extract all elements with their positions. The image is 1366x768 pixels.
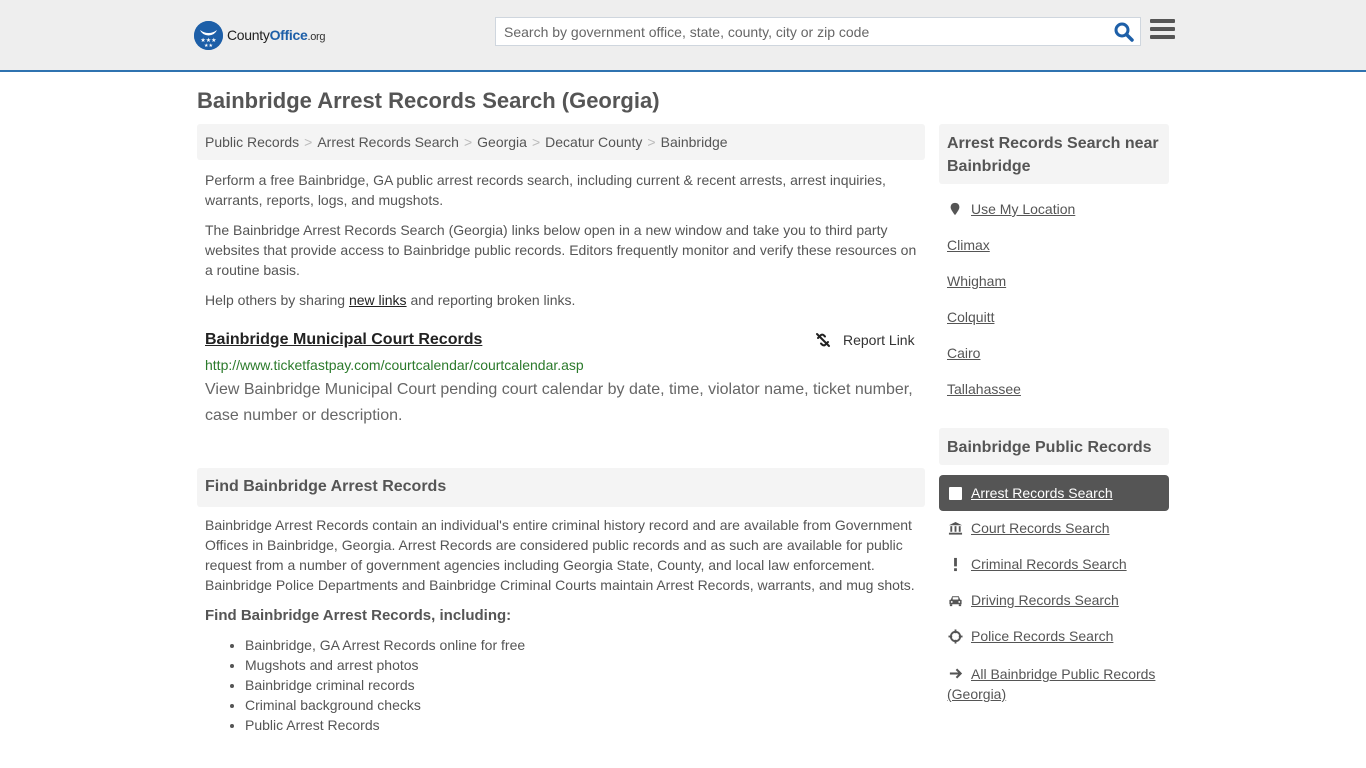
eagle-stars-icon: ★★★ ★★ bbox=[194, 20, 223, 50]
hamburger-menu-icon[interactable] bbox=[1150, 19, 1175, 41]
sidebar-item-label: Criminal Records Search bbox=[971, 556, 1127, 572]
sidebar-item-arrest-records[interactable]: Arrest Records Search bbox=[939, 475, 1169, 511]
square-icon bbox=[949, 486, 962, 500]
nearby-link-whigham[interactable]: Whigham bbox=[947, 273, 1006, 289]
intro-paragraph-2: The Bainbridge Arrest Records Search (Ge… bbox=[205, 222, 917, 278]
search-icon[interactable] bbox=[1114, 22, 1134, 42]
logo-office: Office bbox=[269, 27, 308, 43]
logo-tld: .org bbox=[307, 31, 326, 43]
find-section-heading: Find Bainbridge Arrest Records bbox=[197, 468, 925, 507]
find-section-subheading: Find Bainbridge Arrest Records, includin… bbox=[205, 607, 512, 624]
sidebar-item-label[interactable]: Arrest Records Search bbox=[971, 485, 1113, 501]
page-title: Bainbridge Arrest Records Search (Georgi… bbox=[197, 88, 660, 113]
sidebar-item-driving-records[interactable]: Driving Records Search bbox=[947, 592, 1119, 608]
breadcrumb-separator: > bbox=[304, 134, 313, 150]
broken-link-icon bbox=[816, 333, 830, 347]
new-links-link[interactable]: new links bbox=[349, 292, 407, 308]
nearby-link-cairo[interactable]: Cairo bbox=[947, 345, 980, 361]
intro-paragraph-3: Help others by sharing new links and rep… bbox=[205, 290, 920, 310]
breadcrumb-separator: > bbox=[463, 134, 473, 150]
find-section-body: Bainbridge Arrest Records contain an ind… bbox=[205, 517, 915, 593]
resource-url: http://www.ticketfastpay.com/courtcalend… bbox=[205, 357, 584, 373]
intro-paragraph-1: Perform a free Bainbridge, GA public arr… bbox=[205, 172, 886, 208]
list-item: Mugshots and arrest photos bbox=[245, 655, 525, 675]
use-my-location-link[interactable]: Use My Location bbox=[947, 201, 1075, 217]
use-my-location-label: Use My Location bbox=[971, 201, 1076, 217]
report-link-label: Report Link bbox=[843, 332, 915, 348]
all-records-link[interactable]: All Bainbridge Public Records (Georgia) bbox=[947, 666, 1155, 702]
car-icon bbox=[947, 592, 963, 608]
sidebar-item-police-records[interactable]: Police Records Search bbox=[947, 628, 1113, 644]
intro-p3-text: Help others by sharing bbox=[205, 292, 349, 308]
breadcrumb-separator: > bbox=[531, 134, 541, 150]
sidebar-item-label: Police Records Search bbox=[971, 628, 1114, 644]
site-header: ★★★ ★★ CountyOffice.org bbox=[0, 0, 1366, 72]
list-item: Criminal background checks bbox=[245, 695, 525, 715]
site-logo[interactable]: ★★★ ★★ CountyOffice.org bbox=[194, 20, 326, 50]
breadcrumb-decatur-county[interactable]: Decatur County bbox=[545, 134, 642, 150]
breadcrumb-georgia[interactable]: Georgia bbox=[477, 134, 527, 150]
sidebar-item-label: Driving Records Search bbox=[971, 592, 1119, 608]
public-records-heading: Bainbridge Public Records bbox=[939, 428, 1169, 465]
bank-icon bbox=[947, 520, 963, 536]
resource-title-link[interactable]: Bainbridge Municipal Court Records bbox=[205, 331, 482, 349]
sidebar-item-criminal-records[interactable]: Criminal Records Search bbox=[947, 556, 1127, 572]
arrow-right-icon bbox=[947, 666, 963, 682]
list-item: Bainbridge criminal records bbox=[245, 675, 525, 695]
nearby-link-tallahassee[interactable]: Tallahassee bbox=[947, 381, 1021, 397]
nearby-heading: Arrest Records Search near Bainbridge bbox=[939, 124, 1169, 184]
sidebar-item-court-records[interactable]: Court Records Search bbox=[947, 520, 1110, 536]
exclamation-icon bbox=[947, 556, 963, 572]
nearby-link-colquitt[interactable]: Colquitt bbox=[947, 309, 994, 325]
breadcrumb-arrest-records-search[interactable]: Arrest Records Search bbox=[317, 134, 459, 150]
nearby-link-climax[interactable]: Climax bbox=[947, 237, 990, 253]
find-items-list: Bainbridge, GA Arrest Records online for… bbox=[245, 635, 525, 735]
crosshair-icon bbox=[947, 628, 963, 644]
logo-county: County bbox=[227, 27, 270, 43]
list-item: Bainbridge, GA Arrest Records online for… bbox=[245, 635, 525, 655]
breadcrumb-public-records[interactable]: Public Records bbox=[205, 134, 299, 150]
intro-p3-text-end: and reporting broken links. bbox=[406, 292, 576, 308]
breadcrumb-separator: > bbox=[647, 134, 656, 150]
list-item: Public Arrest Records bbox=[245, 715, 525, 735]
breadcrumb-bainbridge[interactable]: Bainbridge bbox=[661, 134, 728, 150]
report-link-button[interactable]: Report Link bbox=[815, 332, 915, 348]
search-input[interactable] bbox=[496, 18, 1106, 45]
sidebar-item-all-records[interactable]: All Bainbridge Public Records (Georgia) bbox=[947, 664, 1167, 704]
breadcrumb: Public Records > Arrest Records Search > Geo… bbox=[197, 124, 925, 160]
search-box bbox=[495, 17, 1141, 46]
sidebar-item-label: Court Records Search bbox=[971, 520, 1110, 536]
resource-description: View Bainbridge Municipal Court pending … bbox=[205, 381, 913, 424]
map-pin-icon bbox=[947, 201, 963, 217]
svg-text:★★: ★★ bbox=[204, 43, 213, 49]
logo-text: CountyOffice.org bbox=[227, 27, 326, 43]
